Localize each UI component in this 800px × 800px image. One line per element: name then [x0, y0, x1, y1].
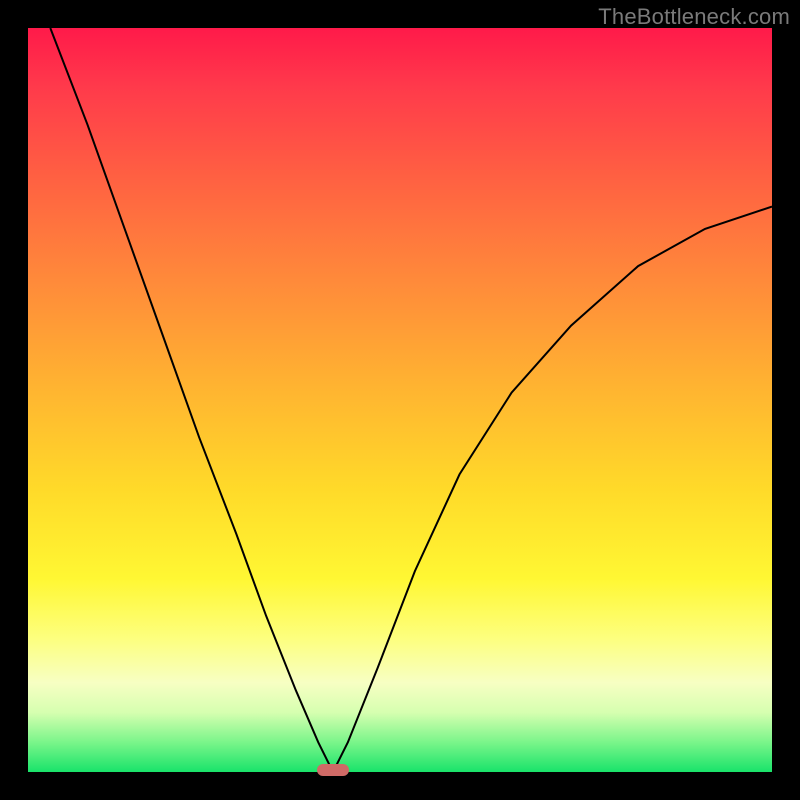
plot-area: [28, 28, 772, 772]
chart-frame: TheBottleneck.com: [0, 0, 800, 800]
bottleneck-curve: [28, 28, 772, 772]
minimum-marker: [317, 764, 349, 776]
watermark-text: TheBottleneck.com: [598, 4, 790, 30]
